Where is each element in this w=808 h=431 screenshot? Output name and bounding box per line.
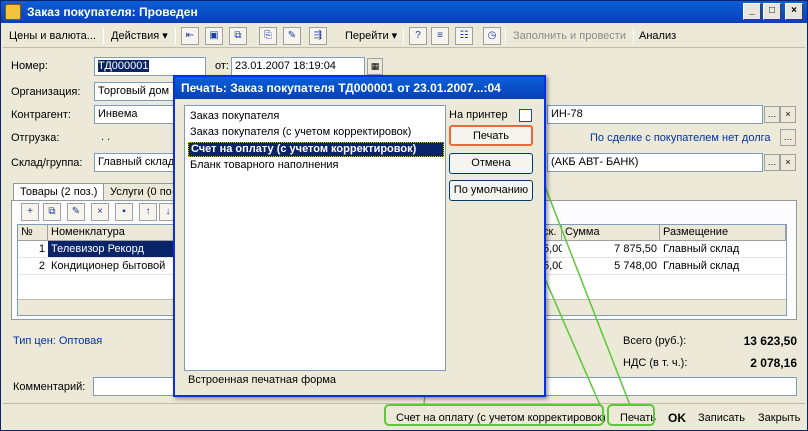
print-form-item[interactable]: Заказ покупателя (с учетом корректировок… — [188, 126, 413, 141]
to-printer-label: На принтер — [449, 109, 508, 121]
print-form-item-selected[interactable]: Счет на оплату (с учетом корректировок) — [188, 142, 444, 157]
dialog-print-button[interactable]: Печать — [449, 125, 533, 146]
to-printer-checkbox[interactable] — [519, 109, 532, 122]
print-dialog: Печать: Заказ покупателя ТД000001 от 23.… — [173, 75, 546, 397]
print-forms-list[interactable]: Заказ покупателя Заказ покупателя (с уче… — [184, 105, 446, 386]
print-dialog-title: Печать: Заказ покупателя ТД000001 от 23.… — [181, 81, 501, 95]
print-form-item[interactable]: Заказ покупателя — [188, 110, 281, 125]
dialog-cancel-button[interactable]: Отмена — [449, 153, 533, 174]
dialog-default-button[interactable]: По умолчанию — [449, 180, 533, 201]
print-dialog-titlebar[interactable]: Печать: Заказ покупателя ТД000001 от 23.… — [175, 77, 544, 99]
print-form-status: Встроенная печатная форма — [188, 374, 337, 386]
print-form-item[interactable]: Бланк товарного наполнения — [188, 159, 341, 174]
